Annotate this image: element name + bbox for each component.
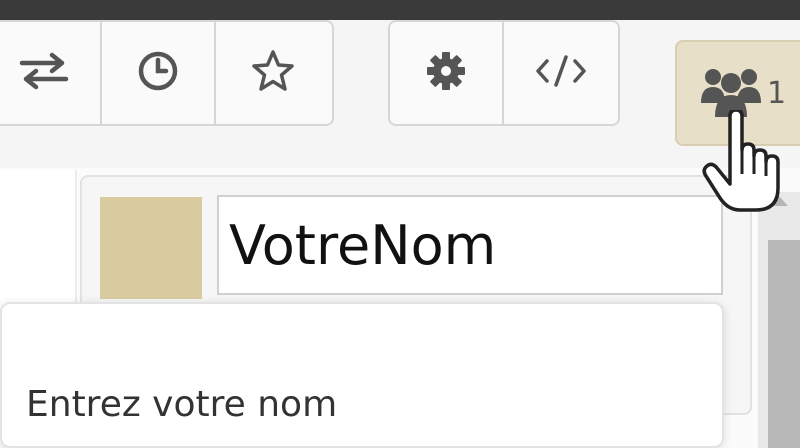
gear-icon xyxy=(423,48,469,98)
left-panel xyxy=(0,170,77,310)
settings-button[interactable] xyxy=(390,22,504,124)
tooltip-text: Entrez votre nom xyxy=(26,384,338,425)
toolbar-group-tools xyxy=(388,20,620,126)
star-icon xyxy=(250,48,296,98)
scrollbar-thumb[interactable] xyxy=(768,240,800,448)
users-button[interactable]: 1 xyxy=(675,40,800,146)
window-top-bar xyxy=(0,0,800,20)
history-button[interactable] xyxy=(102,22,216,124)
users-icon xyxy=(699,63,763,123)
embed-code-button[interactable] xyxy=(504,22,618,124)
swap-button[interactable] xyxy=(0,22,102,124)
tooltip: Entrez votre nom xyxy=(0,302,724,448)
user-color-swatch[interactable] xyxy=(100,197,202,299)
swap-arrows-icon xyxy=(18,51,70,95)
users-count: 1 xyxy=(767,75,787,111)
favorite-button[interactable] xyxy=(216,22,330,124)
code-icon xyxy=(533,51,589,95)
toolbar-group-navigation xyxy=(0,20,334,126)
scroll-up-arrow-icon[interactable] xyxy=(770,196,788,206)
history-clock-icon xyxy=(136,49,180,97)
user-name-input[interactable] xyxy=(217,195,723,295)
